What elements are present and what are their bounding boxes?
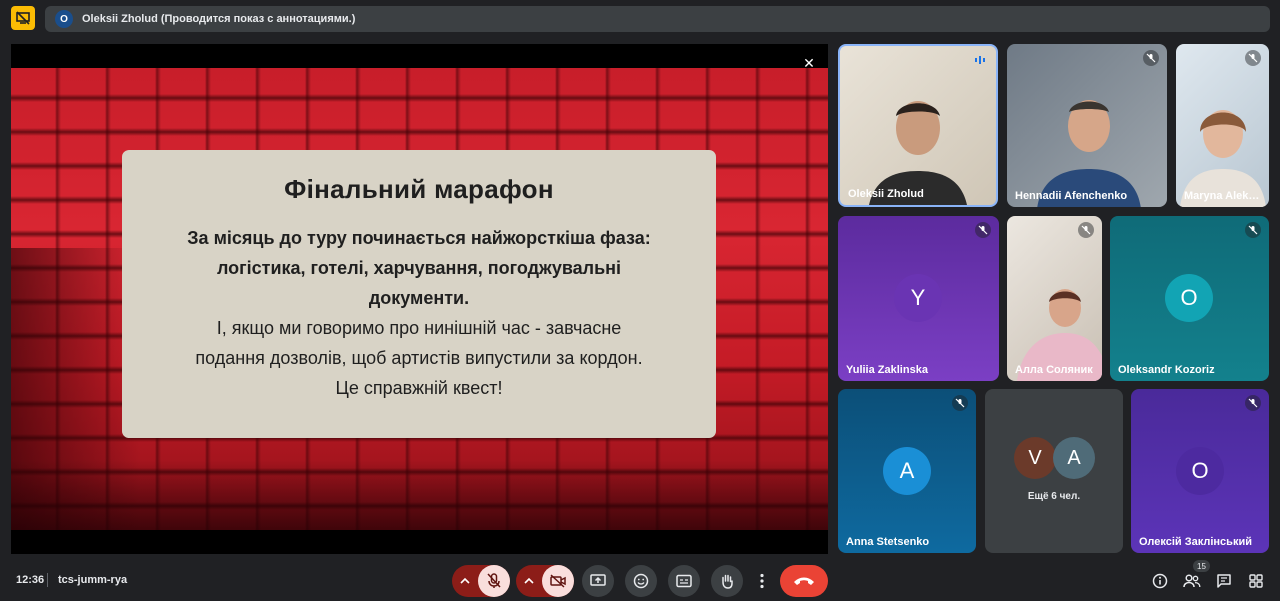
mic-off-icon (975, 222, 991, 238)
participant-name: Oleksii Zholud (848, 188, 924, 200)
presenter-avatar: O (55, 10, 73, 28)
mic-off-icon (1078, 222, 1094, 238)
speaking-indicator-icon (972, 52, 988, 68)
slide-title: Фінальний марафон (284, 174, 554, 204)
mic-off-icon[interactable] (478, 565, 510, 597)
presentation-bar: O Oleksii Zholud (Проводится показ с анн… (45, 6, 1270, 32)
captions-icon[interactable] (668, 565, 700, 597)
participant-name: Anna Stetsenko (846, 536, 930, 548)
people-icon[interactable] (1183, 572, 1201, 590)
chat-icon[interactable] (1215, 572, 1233, 590)
mic-off-icon (1245, 222, 1261, 238)
slide: Фінальний марафон За місяць до туру почи… (11, 68, 828, 530)
participant-tile[interactable]: O Олексій Заклінський (1131, 389, 1269, 553)
slide-text-card: Фінальний марафон За місяць до туру почи… (122, 150, 716, 438)
info-icon[interactable] (1151, 572, 1169, 590)
microphone-control (452, 565, 510, 597)
present-screen-icon[interactable] (582, 565, 614, 597)
others-tile[interactable]: V A Ещё 6 чел. (985, 389, 1123, 553)
top-bar: O Oleksii Zholud (Проводится показ с анн… (0, 0, 1280, 40)
other-participant-avatar: A (1053, 437, 1095, 479)
participant-tile[interactable]: O Oleksandr Kozoriz (1110, 216, 1269, 381)
participant-name: Maryna Alek… (1184, 190, 1260, 202)
participant-tile[interactable]: Алла Соляник (1007, 216, 1102, 381)
raise-hand-icon[interactable] (711, 565, 743, 597)
participant-name: Алла Соляник (1015, 364, 1093, 376)
mic-off-icon (1245, 395, 1261, 411)
mic-off-icon (1245, 50, 1261, 66)
clock: 12:36 (16, 574, 45, 586)
people-count-badge: 15 (1193, 560, 1210, 572)
participant-tile[interactable]: Hennadii Afenchenko (1007, 44, 1167, 207)
participant-tile[interactable]: Maryna Alek… (1176, 44, 1269, 207)
end-call-icon[interactable] (780, 565, 828, 597)
camera-control (516, 565, 574, 597)
audio-options-chevron-icon[interactable] (452, 565, 478, 597)
slide-text-line: подання дозволів, щоб артистів випустили… (195, 348, 643, 368)
participant-avatar: O (1165, 274, 1213, 322)
participant-name: Oleksandr Kozoriz (1118, 364, 1215, 376)
presentation-status-text: Oleksii Zholud (Проводится показ с аннот… (82, 13, 356, 25)
participant-tile[interactable]: Y Yuliia Zaklinska (838, 216, 999, 381)
participant-avatar: Y (894, 274, 942, 322)
participant-name: Олексій Заклінський (1139, 536, 1252, 548)
participant-name: Hennadii Afenchenko (1015, 190, 1128, 202)
bottom-bar: 12:36 tcs-jumm-rya (0, 560, 1280, 601)
slide-bold-line: логістика, готелі, харчування, погоджува… (216, 258, 622, 278)
slide-bold-line: За місяць до туру починається найжорсткі… (187, 228, 651, 248)
emoji-icon[interactable] (625, 565, 657, 597)
presentation-status-icon[interactable] (11, 6, 35, 30)
participant-tile[interactable]: Oleksii Zholud (838, 44, 998, 207)
participant-name: Yuliia Zaklinska (846, 364, 928, 376)
more-options-icon[interactable] (753, 565, 771, 597)
participant-avatar: O (1176, 447, 1224, 495)
others-count-label: Ещё 6 чел. (1027, 491, 1081, 502)
participant-video (1037, 100, 1141, 207)
activities-icon[interactable] (1247, 572, 1265, 590)
slide-text-line: І, якщо ми говоримо про нинішній час - з… (216, 318, 622, 338)
participant-avatar: A (883, 447, 931, 495)
meeting-code: tcs-jumm-rya (58, 574, 128, 586)
participant-tile[interactable]: A Anna Stetsenko (838, 389, 976, 553)
mic-off-icon (1143, 50, 1159, 66)
mic-off-icon (952, 395, 968, 411)
slide-text-line: Це справжній квест! (335, 378, 503, 398)
presentation-stage: ✕ Фінальний марафон За місяць до туру по… (11, 44, 828, 554)
meet-app: O Oleksii Zholud (Проводится показ с анн… (0, 0, 1280, 601)
slide-bold-line: документи. (368, 288, 470, 308)
other-participant-avatar: V (1014, 437, 1056, 479)
camera-off-icon[interactable] (542, 565, 574, 597)
video-options-chevron-icon[interactable] (516, 565, 542, 597)
